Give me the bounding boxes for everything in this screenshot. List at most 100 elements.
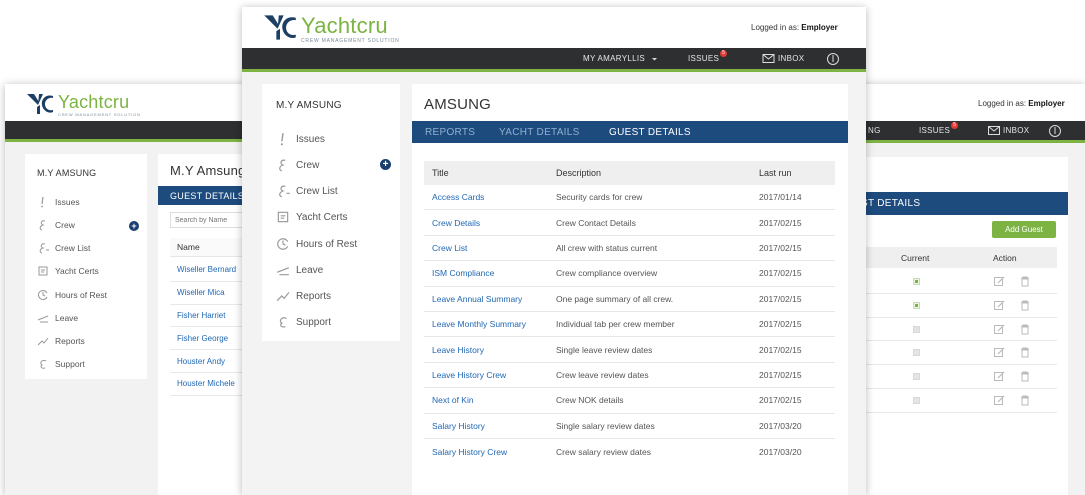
list-item[interactable]: Houster Michele [170, 373, 250, 396]
report-link[interactable]: Salary History [424, 421, 556, 431]
sidebar-item-reports[interactable]: Reports [37, 335, 85, 347]
brand-name: Yachtcru [58, 92, 130, 112]
clock-icon [277, 238, 289, 250]
current-checkbox[interactable] [913, 396, 920, 404]
sidebar-item-issues[interactable]: Issues [37, 196, 80, 208]
report-last-run: 2017/02/15 [759, 319, 802, 330]
sidebar-item-crew-list[interactable]: Crew List [37, 242, 90, 254]
report-link[interactable]: Leave History Crew [424, 370, 556, 380]
report-link[interactable]: Leave Monthly Summary [424, 319, 556, 329]
tab-guest-details[interactable]: GUEST DETAILS [609, 121, 691, 143]
issues-link[interactable]: ISSUES 5 [919, 121, 959, 140]
issues-link[interactable]: ISSUES 5 [688, 48, 728, 69]
tab-bar: ST DETAILS [840, 192, 1068, 215]
inbox-link[interactable]: INBOX [988, 121, 1029, 140]
sidebar-item-yacht-certs[interactable]: Yacht Certs [37, 265, 99, 277]
current-checkbox[interactable] [913, 301, 920, 309]
list-item[interactable]: Wiseller Mica [170, 282, 250, 305]
name-column-header: Name [170, 238, 250, 257]
report-description: Individual tab per crew member [556, 319, 675, 330]
sidebar-item-reports[interactable]: Reports [276, 289, 331, 303]
tab-yacht-details[interactable]: YACHT DETAILS [499, 121, 580, 143]
sidebar-item-support[interactable]: Support [276, 315, 331, 329]
sidebar-item-label: Hours of Rest [296, 238, 358, 250]
sidebar-item-hours-of-rest[interactable]: Hours of Rest [37, 289, 107, 301]
report-description: Security cards for crew [556, 192, 643, 203]
sidebar-item-support[interactable]: Support [37, 358, 85, 370]
logo-mark-icon [27, 94, 53, 114]
edit-icon[interactable] [994, 300, 1005, 311]
trash-icon[interactable] [1020, 276, 1030, 287]
list-item[interactable]: Wiseller Bernard [170, 259, 250, 282]
edit-icon[interactable] [994, 347, 1005, 358]
sidebar-item-crew[interactable]: Crew [37, 219, 75, 231]
tab-guest-details[interactable]: ST DETAILS [861, 192, 920, 215]
current-checkbox[interactable] [913, 349, 920, 357]
current-checkbox[interactable] [913, 278, 920, 285]
trash-icon[interactable] [1020, 300, 1030, 311]
report-link[interactable]: Next of Kin [424, 395, 556, 405]
sidebar-item-crew[interactable]: Crew [276, 158, 319, 172]
sidebar-item-crew-list[interactable]: Crew List [276, 184, 338, 198]
report-description: All crew with status current [556, 242, 658, 253]
tab-guest-details[interactable]: GUEST DETAILS [170, 186, 244, 205]
issues-label: ISSUES [688, 54, 720, 63]
report-link[interactable]: Leave Annual Summary [424, 294, 556, 304]
brand-tagline: CREW MANAGEMENT SOLUTION [58, 112, 141, 117]
inbox-link[interactable]: INBOX [762, 48, 804, 69]
report-link[interactable]: Crew Details [424, 218, 556, 228]
report-last-run: 2017/02/15 [759, 268, 802, 279]
add-crew-button[interactable]: + [380, 159, 391, 170]
report-link[interactable]: Access Cards [424, 192, 556, 202]
edit-icon[interactable] [994, 371, 1005, 382]
logo-mark-icon [264, 15, 296, 40]
list-item[interactable]: Houster Andy [170, 350, 250, 373]
sidebar-item-label: Crew List [296, 185, 338, 197]
sidebar-item-yacht-certs[interactable]: Yacht Certs [276, 210, 348, 224]
edit-icon[interactable] [994, 395, 1005, 406]
vessel-selector-fragment[interactable]: NG [868, 121, 881, 140]
profile-button[interactable] [1049, 121, 1061, 140]
list-item[interactable]: Fisher George [170, 327, 250, 351]
top-navbar [5, 121, 270, 142]
trash-icon[interactable] [1020, 371, 1030, 382]
add-guest-button[interactable]: Add Guest [992, 221, 1056, 238]
top-navbar: NG ISSUES 5 INBOX [840, 121, 1085, 143]
edit-icon[interactable] [994, 276, 1005, 287]
tab-reports[interactable]: REPORTS [425, 121, 475, 143]
report-link[interactable]: Crew List [424, 243, 556, 253]
title-column-header: Title [432, 168, 449, 178]
sidebar-item-label: Support [55, 359, 85, 369]
sidebar-item-label: Crew [55, 220, 75, 230]
profile-button[interactable] [827, 48, 839, 69]
sidebar-title: M.Y AMSUNG [37, 168, 97, 178]
clock-icon [37, 290, 48, 300]
report-link[interactable]: Leave History [424, 345, 556, 355]
sidebar-item-leave[interactable]: Leave [276, 263, 323, 277]
current-checkbox[interactable] [913, 373, 920, 381]
sidebar-item-label: Support [296, 316, 332, 328]
envelope-icon [988, 126, 1000, 135]
support-icon [279, 317, 287, 328]
edit-icon[interactable] [994, 324, 1005, 335]
crew-list-icon [279, 185, 290, 198]
report-link[interactable]: ISM Compliance [424, 268, 556, 278]
inbox-label: INBOX [1003, 126, 1030, 135]
report-description: Crew compliance overview [556, 268, 658, 279]
report-link[interactable]: Salary History Crew [424, 447, 556, 457]
add-crew-button[interactable]: + [129, 221, 139, 231]
vessel-selector[interactable]: MY AMARYLLIS [583, 48, 659, 69]
envelope-icon [762, 54, 775, 63]
trash-icon[interactable] [1020, 395, 1030, 406]
sidebar-item-label: Leave [296, 264, 324, 276]
list-item[interactable]: Fisher Harriet [170, 305, 250, 328]
guest-name-list: Wiseller Bernard Wiseller Mica Fisher Ha… [170, 259, 250, 396]
trash-icon[interactable] [1020, 324, 1030, 335]
sidebar-item-hours-of-rest[interactable]: Hours of Rest [276, 237, 357, 251]
current-checkbox[interactable] [913, 325, 920, 333]
table-row: Leave Monthly Summary Individual tab per … [424, 312, 835, 338]
trash-icon[interactable] [1020, 347, 1030, 358]
sidebar-item-issues[interactable]: Issues [276, 132, 325, 146]
sidebar-item-leave[interactable]: Leave [37, 312, 78, 324]
certificate-icon [277, 211, 289, 223]
